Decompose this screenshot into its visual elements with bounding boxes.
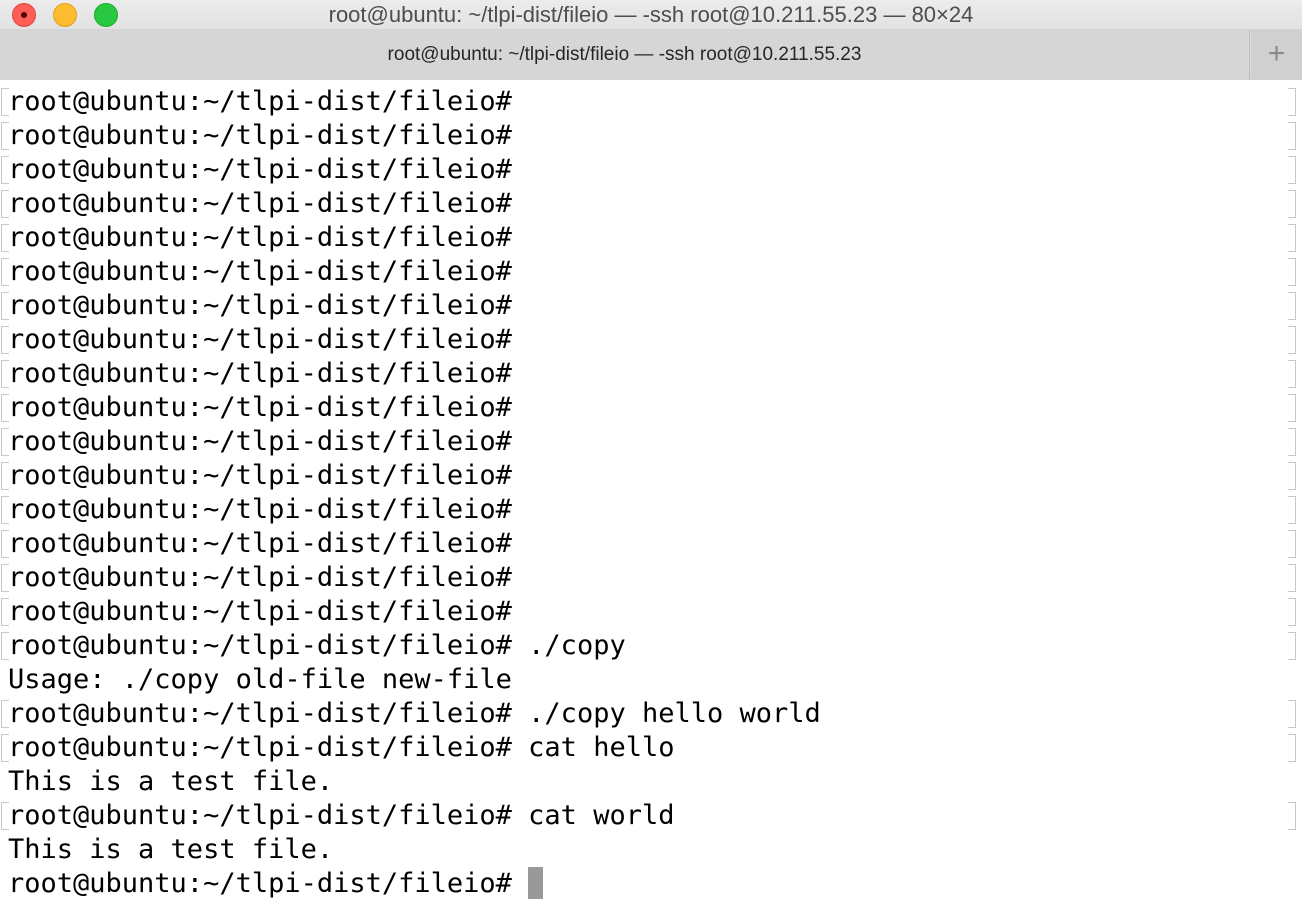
terminal-line: root@ubuntu:~/tlpi-dist/fileio# — [8, 866, 543, 901]
window-title: root@ubuntu: ~/tlpi-dist/fileio — -ssh r… — [328, 2, 974, 27]
terminal-line-text: root@ubuntu:~/tlpi-dist/fileio# — [8, 222, 512, 253]
terminal-line: root@ubuntu:~/tlpi-dist/fileio# — [8, 323, 512, 357]
line-mark-right — [1288, 394, 1296, 422]
terminal-line-text: root@ubuntu:~/tlpi-dist/fileio# — [8, 358, 512, 389]
terminal-line: root@ubuntu:~/tlpi-dist/fileio# — [8, 493, 512, 527]
terminal-line-text: root@ubuntu:~/tlpi-dist/fileio# ./copy h… — [8, 698, 821, 729]
terminal-line: Usage: ./copy old-file new-file — [8, 663, 512, 697]
terminal-line-text: root@ubuntu:~/tlpi-dist/fileio# — [8, 596, 512, 627]
terminal-line: root@ubuntu:~/tlpi-dist/fileio# — [8, 561, 512, 595]
line-mark-right — [1288, 88, 1296, 116]
terminal-line: root@ubuntu:~/tlpi-dist/fileio# — [8, 527, 512, 561]
terminal-line-text: root@ubuntu:~/tlpi-dist/fileio# — [8, 86, 512, 117]
new-tab-button[interactable]: + — [1251, 30, 1302, 80]
terminal-line: root@ubuntu:~/tlpi-dist/fileio# — [8, 187, 512, 221]
terminal-line-text: root@ubuntu:~/tlpi-dist/fileio# — [8, 188, 512, 219]
terminal-line-text: root@ubuntu:~/tlpi-dist/fileio# ./copy — [8, 630, 626, 661]
line-mark-right — [1288, 598, 1296, 626]
terminal-line-text: root@ubuntu:~/tlpi-dist/fileio# — [8, 120, 512, 151]
terminal-line-text: This is a test file. — [8, 766, 334, 797]
terminal-line: root@ubuntu:~/tlpi-dist/fileio# — [8, 425, 512, 459]
terminal-line-text: root@ubuntu:~/tlpi-dist/fileio# — [8, 460, 512, 491]
terminal-line: root@ubuntu:~/tlpi-dist/fileio# cat hell… — [8, 731, 674, 765]
terminal-line-text: root@ubuntu:~/tlpi-dist/fileio# — [8, 528, 512, 559]
tab-bar: root@ubuntu: ~/tlpi-dist/fileio — -ssh r… — [0, 30, 1302, 80]
line-mark-right — [1288, 258, 1296, 286]
terminal-line-text: root@ubuntu:~/tlpi-dist/fileio# cat worl… — [8, 800, 675, 831]
terminal-line-text: This is a test file. — [8, 834, 334, 865]
line-mark-right — [1288, 292, 1296, 320]
terminal-line: This is a test file. — [8, 765, 333, 799]
line-mark-right — [1288, 190, 1296, 218]
terminal-line-text: root@ubuntu:~/tlpi-dist/fileio# — [8, 324, 512, 355]
line-mark-right — [1288, 326, 1296, 354]
terminal-line: root@ubuntu:~/tlpi-dist/fileio# — [8, 391, 512, 425]
line-mark-right — [1288, 700, 1296, 728]
terminal-line-text: root@ubuntu:~/tlpi-dist/fileio# — [8, 426, 512, 457]
terminal-line: root@ubuntu:~/tlpi-dist/fileio# cat worl… — [8, 799, 674, 833]
terminal-line: root@ubuntu:~/tlpi-dist/fileio# — [8, 357, 512, 391]
line-mark-right — [1288, 632, 1296, 660]
line-mark-right — [1288, 462, 1296, 490]
terminal-line: root@ubuntu:~/tlpi-dist/fileio# ./copy — [8, 629, 626, 663]
line-mark-right — [1288, 496, 1296, 524]
terminal-line: root@ubuntu:~/tlpi-dist/fileio# — [8, 153, 512, 187]
terminal-line: root@ubuntu:~/tlpi-dist/fileio# — [8, 255, 512, 289]
line-mark-right — [1288, 564, 1296, 592]
tab-ssh-session[interactable]: root@ubuntu: ~/tlpi-dist/fileio — -ssh r… — [0, 30, 1250, 80]
terminal-cursor — [527, 866, 543, 899]
line-mark-right — [1288, 122, 1296, 150]
line-mark-right — [1288, 224, 1296, 252]
terminal-line-text: root@ubuntu:~/tlpi-dist/fileio# — [8, 494, 512, 525]
terminal-line: This is a test file. — [8, 833, 333, 867]
terminal-line-text: root@ubuntu:~/tlpi-dist/fileio# — [8, 290, 512, 321]
terminal-line: root@ubuntu:~/tlpi-dist/fileio# — [8, 595, 512, 629]
terminal-line: root@ubuntu:~/tlpi-dist/fileio# ./copy h… — [8, 697, 821, 731]
window-titlebar[interactable]: root@ubuntu: ~/tlpi-dist/fileio — -ssh r… — [0, 0, 1302, 30]
terminal-line: root@ubuntu:~/tlpi-dist/fileio# — [8, 85, 512, 119]
terminal-line: root@ubuntu:~/tlpi-dist/fileio# — [8, 289, 512, 323]
line-mark-right — [1288, 530, 1296, 558]
line-mark-right — [1288, 734, 1296, 762]
line-mark-right — [1288, 360, 1296, 388]
terminal-line-text: root@ubuntu:~/tlpi-dist/fileio# — [8, 562, 512, 593]
line-mark-right — [1288, 156, 1296, 184]
line-mark-right — [1288, 428, 1296, 456]
terminal-line: root@ubuntu:~/tlpi-dist/fileio# — [8, 119, 512, 153]
terminal-line-text: Usage: ./copy old-file new-file — [8, 664, 512, 695]
line-mark-right — [1288, 802, 1296, 830]
terminal-line-text: root@ubuntu:~/tlpi-dist/fileio# cat hell… — [8, 732, 675, 763]
terminal-line: root@ubuntu:~/tlpi-dist/fileio# — [8, 221, 512, 255]
terminal-line-text: root@ubuntu:~/tlpi-dist/fileio# — [8, 392, 512, 423]
terminal-output[interactable]: root@ubuntu:~/tlpi-dist/fileio# root@ubun… — [0, 81, 1302, 910]
terminal-line-text: root@ubuntu:~/tlpi-dist/fileio# — [8, 256, 512, 287]
terminal-line-text: root@ubuntu:~/tlpi-dist/fileio# — [8, 154, 512, 185]
terminal-line-text: root@ubuntu:~/tlpi-dist/fileio# — [8, 868, 512, 899]
tab-label: root@ubuntu: ~/tlpi-dist/fileio — -ssh r… — [387, 44, 862, 65]
terminal-line: root@ubuntu:~/tlpi-dist/fileio# — [8, 459, 512, 493]
